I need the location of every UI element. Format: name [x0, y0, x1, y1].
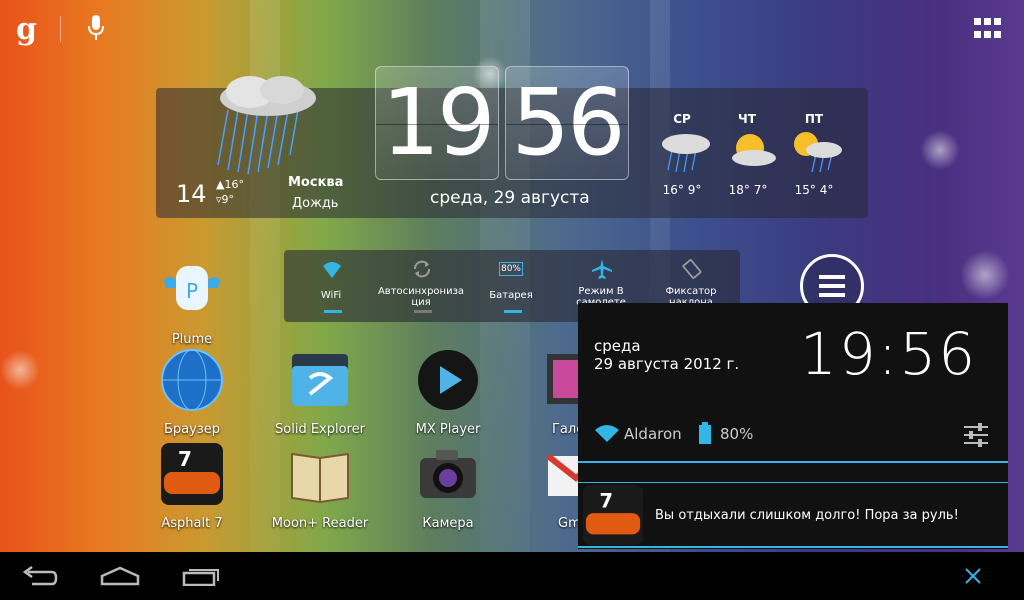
battery-toggle[interactable]: 80% Батарея: [466, 250, 556, 322]
wifi-icon: [595, 425, 619, 442]
notification-clock: 19:56: [800, 320, 978, 388]
wallpaper-bokeh: [0, 350, 40, 390]
app-label: Solid Explorer: [275, 422, 365, 437]
notification-date: 29 августа 2012 г.: [594, 355, 740, 373]
app-mx-player[interactable]: MX Player: [393, 348, 503, 437]
quick-settings-icon[interactable]: [962, 422, 990, 448]
wallpaper-bokeh: [960, 250, 1010, 300]
back-icon[interactable]: [22, 566, 58, 586]
book-icon: [291, 452, 349, 504]
forecast-temps: 15° 4°: [794, 183, 834, 197]
autosync-indicator: [414, 310, 432, 313]
current-temperature: 14: [176, 180, 207, 208]
svg-text:P: P: [186, 279, 198, 303]
city-name: Москва: [288, 175, 344, 190]
weather-condition: Дождь: [292, 196, 339, 211]
app-gallery[interactable]: Гале: [512, 348, 578, 437]
app-label: Asphalt 7: [161, 516, 223, 531]
home-icon[interactable]: [100, 566, 140, 586]
forecast-day: СР: [673, 112, 691, 126]
app-label: Plume: [171, 332, 213, 347]
notification-message[interactable]: Вы отдыхали слишком долго! Пора за руль!: [655, 508, 959, 523]
camera-icon: [420, 450, 476, 498]
sun-cloud-icon: [732, 134, 776, 166]
autosync-label: Автосинхрониза ция: [377, 286, 465, 308]
battery-label: Батарея: [489, 290, 533, 301]
forecast-temps: 16° 9°: [662, 183, 702, 197]
svg-text:7: 7: [599, 489, 612, 512]
app-asphalt-7[interactable]: 7 Asphalt 7: [137, 442, 247, 531]
sync-icon: [414, 260, 430, 278]
app-label: Moon+ Reader: [271, 516, 369, 531]
clock-hours[interactable]: 19: [375, 66, 499, 180]
globe-icon: [161, 349, 223, 411]
google-search-logo[interactable]: g: [16, 12, 37, 47]
high-temperature: ▲16°: [216, 178, 244, 191]
sun-rain-icon: [794, 132, 842, 173]
rain-icon: [662, 134, 710, 173]
play-icon: [418, 350, 478, 410]
low-temperature: ▿9°: [216, 193, 235, 206]
asphalt-icon: 7: [582, 484, 644, 546]
forecast-day: ПТ: [804, 112, 824, 126]
app-label: Гале: [552, 422, 578, 437]
app-camera[interactable]: Камера: [393, 442, 503, 531]
network-name: Aldaron: [624, 425, 682, 443]
wallpaper-bokeh: [920, 130, 960, 170]
gallery-icon: [547, 354, 578, 404]
clock-minutes[interactable]: 56: [505, 66, 629, 180]
recents-icon[interactable]: [182, 566, 220, 586]
autosync-toggle[interactable]: Автосинхрониза ция: [376, 250, 466, 322]
notification-item[interactable]: 7: [580, 484, 646, 546]
rain-cloud-icon: [217, 76, 316, 175]
wifi-label: WiFi: [320, 290, 342, 301]
battery-indicator: [504, 310, 522, 313]
notification-divider: [578, 461, 1008, 463]
asphalt-icon: 7: [161, 443, 223, 505]
forecast-day: ЧТ: [738, 112, 756, 126]
close-icon[interactable]: [964, 567, 982, 585]
mic-icon[interactable]: [86, 14, 106, 42]
app-browser[interactable]: Браузер: [137, 348, 247, 437]
app-label: MX Player: [415, 422, 481, 437]
wifi-toggle[interactable]: WiFi: [286, 250, 376, 322]
wifi-indicator: [324, 310, 342, 313]
app-label: Gm: [558, 516, 578, 531]
gmail-icon: [546, 453, 578, 496]
svg-text:7: 7: [178, 447, 192, 471]
clock-date: среда, 29 августа: [430, 188, 590, 208]
all-apps-icon[interactable]: [974, 18, 1004, 40]
app-gmail[interactable]: Gm: [522, 442, 578, 531]
battery-badge: 80%: [499, 262, 523, 276]
battery-icon: [699, 422, 711, 444]
app-plume[interactable]: P Plume: [137, 258, 247, 347]
notification-day: среда: [594, 337, 641, 355]
wifi-icon: [323, 262, 341, 278]
battery-level: 80%: [720, 425, 754, 443]
rotation-lock-icon: [682, 259, 702, 279]
folder-icon: [292, 354, 348, 406]
notification-divider: [578, 546, 1008, 548]
plume-icon: P: [164, 266, 220, 310]
divider: [60, 16, 61, 42]
app-label: Камера: [422, 516, 474, 531]
notification-divider: [578, 482, 1008, 483]
app-moon-reader[interactable]: Moon+ Reader: [265, 442, 375, 531]
app-label: Браузер: [164, 422, 220, 437]
airplane-icon: [592, 259, 612, 279]
forecast-temps: 18° 7°: [728, 183, 768, 197]
navigation-bar: [0, 552, 1024, 600]
app-solid-explorer[interactable]: Solid Explorer: [265, 348, 375, 437]
